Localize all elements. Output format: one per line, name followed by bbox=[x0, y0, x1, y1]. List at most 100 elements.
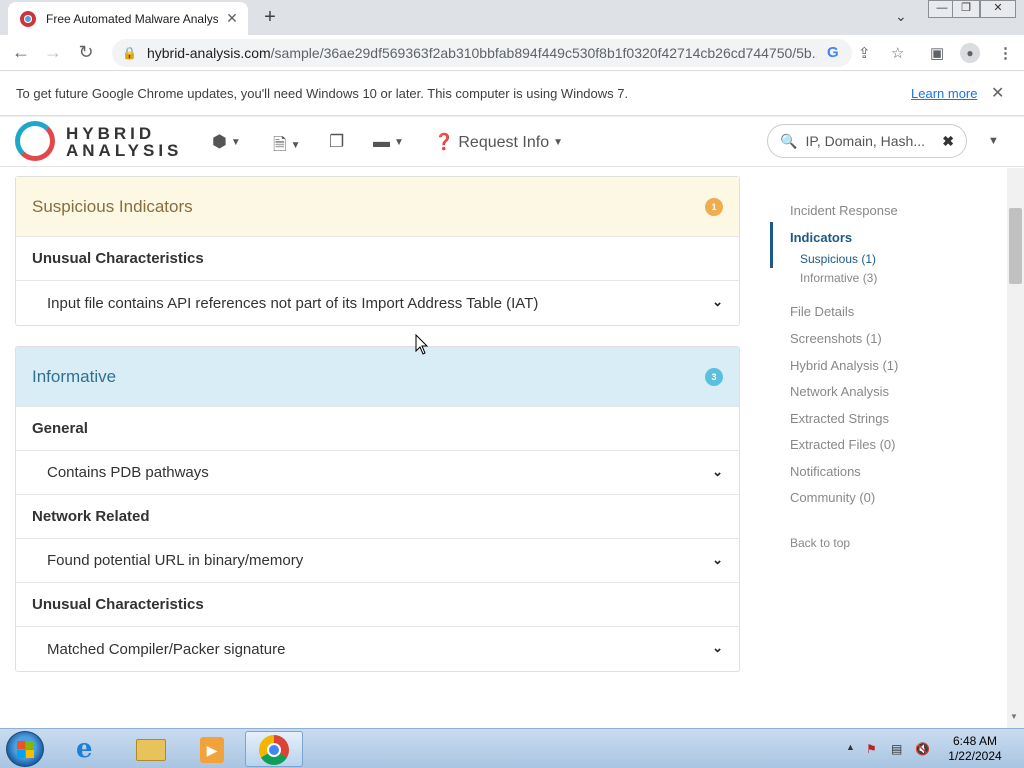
chevron-down-icon[interactable]: ⌄ bbox=[712, 294, 723, 310]
nav-network-analysis[interactable]: Network Analysis bbox=[790, 384, 889, 399]
nav-informative[interactable]: Informative (3) bbox=[800, 271, 877, 285]
chevron-down-icon: ▼ bbox=[230, 137, 241, 148]
taskbar-explorer[interactable] bbox=[122, 731, 180, 767]
logo-line-2: ANALYSIS bbox=[66, 141, 183, 160]
nav-indicators[interactable]: Indicators bbox=[790, 230, 852, 245]
google-translate-icon[interactable]: G bbox=[827, 44, 839, 61]
volume-muted-icon[interactable]: 🔇 bbox=[915, 742, 930, 756]
indicator-row[interactable]: Contains PDB pathways ⌄ bbox=[16, 451, 739, 495]
info-bar-close-icon[interactable]: ✕ bbox=[991, 83, 1004, 103]
profile-avatar-icon[interactable]: ● bbox=[960, 43, 980, 63]
indicator-text: Matched Compiler/Packer signature bbox=[47, 640, 286, 658]
nav-extracted-strings[interactable]: Extracted Strings bbox=[790, 411, 889, 426]
clear-search-icon[interactable]: ✖ bbox=[942, 133, 954, 150]
url-text[interactable]: hybrid-analysis.com/sample/36ae29df56936… bbox=[147, 45, 817, 61]
chevron-down-icon[interactable]: ⌄ bbox=[712, 464, 723, 480]
indicator-row[interactable]: Found potential URL in binary/memory ⌄ bbox=[16, 539, 739, 583]
nav-screenshots[interactable]: Screenshots (1) bbox=[790, 331, 882, 346]
taskbar-ie[interactable]: e bbox=[62, 731, 120, 767]
site-search-box[interactable]: 🔍 IP, Domain, Hash... ✖ bbox=[767, 124, 967, 158]
side-panel-icon[interactable]: ▣ bbox=[930, 44, 944, 62]
sandbox-menu[interactable]: ⬢ ▼ bbox=[212, 132, 241, 152]
browser-toolbar: ← → ↻ 🔒 hybrid-analysis.com/sample/36ae2… bbox=[0, 35, 1024, 71]
indicator-row[interactable]: Input file contains API references not p… bbox=[16, 281, 739, 325]
reload-icon[interactable]: ↻ bbox=[75, 42, 97, 62]
nav-file-details[interactable]: File Details bbox=[790, 304, 854, 319]
action-center-flag-icon[interactable]: ⚑ bbox=[866, 742, 877, 756]
start-button[interactable] bbox=[6, 731, 44, 767]
suspicious-panel-header[interactable]: Suspicious Indicators 1 bbox=[16, 177, 739, 237]
nav-incident-response[interactable]: Incident Response bbox=[790, 203, 898, 218]
indicator-category: Network Related bbox=[16, 495, 739, 539]
indicator-category: Unusual Characteristics bbox=[16, 237, 739, 281]
active-section-bar bbox=[770, 222, 773, 268]
cube-icon: ⬢ bbox=[212, 132, 227, 151]
request-info-menu[interactable]: ❓ Request Info ▼ bbox=[434, 132, 563, 152]
folder-icon: ▬ bbox=[373, 132, 390, 151]
scrollbar-thumb[interactable] bbox=[1009, 208, 1022, 284]
nav-hybrid-analysis[interactable]: Hybrid Analysis (1) bbox=[790, 358, 898, 373]
copy-files-icon: ❐ bbox=[329, 132, 345, 151]
request-info-label: Request Info bbox=[458, 134, 550, 151]
info-bar-message: To get future Google Chrome updates, you… bbox=[16, 86, 629, 101]
scroll-down-arrow-icon[interactable]: ▼ bbox=[1010, 712, 1018, 721]
submit-file-menu[interactable]: 🗎 ▼ bbox=[273, 132, 301, 161]
bookmark-star-icon[interactable]: ☆ bbox=[891, 44, 904, 62]
clock[interactable]: 6:48 AM 1/22/2024 bbox=[940, 734, 1010, 764]
nav-back-to-top[interactable]: Back to top bbox=[790, 536, 850, 550]
windows-taskbar: e ▶ ▲ ⚑ ▤ 🔇 6:48 AM 1/22/2024 bbox=[0, 728, 1024, 768]
taskbar-chrome[interactable] bbox=[245, 731, 303, 767]
nav-community[interactable]: Community (0) bbox=[790, 490, 875, 505]
address-bar[interactable]: 🔒 hybrid-analysis.com/sample/36ae29df569… bbox=[112, 39, 852, 67]
informative-panel-title: Informative bbox=[32, 366, 117, 386]
lock-icon[interactable]: 🔒 bbox=[122, 46, 137, 60]
question-circle-icon: ❓ bbox=[434, 134, 454, 151]
informative-panel-header[interactable]: Informative 3 bbox=[16, 347, 739, 407]
header-dropdown-icon[interactable]: ▼ bbox=[988, 135, 999, 147]
learn-more-link[interactable]: Learn more bbox=[911, 86, 977, 101]
folder-menu[interactable]: ▬ ▼ bbox=[373, 132, 404, 152]
media-player-icon: ▶ bbox=[200, 737, 224, 763]
chrome-icon bbox=[259, 735, 289, 765]
suspicious-count-badge: 1 bbox=[705, 198, 723, 216]
taskbar-media-player[interactable]: ▶ bbox=[182, 731, 240, 767]
chevron-down-icon[interactable]: ⌄ bbox=[712, 640, 723, 656]
chevron-down-icon: ▼ bbox=[290, 140, 301, 151]
nav-notifications[interactable]: Notifications bbox=[790, 464, 861, 479]
informative-panel: Informative 3 General Contains PDB pathw… bbox=[15, 346, 740, 672]
chevron-down-icon[interactable]: ⌄ bbox=[712, 552, 723, 568]
chevron-down-icon: ▼ bbox=[553, 137, 564, 148]
site-favicon-icon bbox=[20, 10, 36, 27]
browser-tab[interactable]: Free Automated Malware Analysis ✕ bbox=[8, 2, 248, 35]
show-hidden-icons-icon[interactable]: ▲ bbox=[846, 742, 855, 752]
folder-icon bbox=[136, 739, 166, 761]
informative-count-badge: 3 bbox=[705, 368, 723, 386]
hybrid-analysis-logo-icon[interactable] bbox=[15, 121, 55, 161]
tab-search-icon[interactable]: ⌄ bbox=[895, 8, 907, 25]
logo-line-1: HYBRID bbox=[66, 124, 156, 143]
site-search-input[interactable]: IP, Domain, Hash... bbox=[805, 133, 942, 149]
windows-logo-icon bbox=[17, 741, 35, 759]
forward-arrow-icon[interactable]: → bbox=[42, 42, 64, 62]
suspicious-panel-title: Suspicious Indicators bbox=[32, 196, 193, 216]
indicator-row[interactable]: Matched Compiler/Packer signature ⌄ bbox=[16, 627, 739, 671]
clock-time: 6:48 AM bbox=[952, 734, 998, 748]
reports-button[interactable]: ❐ bbox=[329, 132, 344, 152]
nav-suspicious[interactable]: Suspicious (1) bbox=[800, 252, 876, 266]
indicator-text: Found potential URL in binary/memory bbox=[47, 552, 304, 569]
tab-close-icon[interactable]: ✕ bbox=[224, 10, 240, 27]
restore-button[interactable]: ❐ bbox=[952, 0, 980, 18]
update-info-bar: To get future Google Chrome updates, you… bbox=[0, 72, 1024, 116]
site-logo-text[interactable]: HYBRID ANALYSIS bbox=[66, 125, 182, 159]
tab-title: Free Automated Malware Analysis bbox=[46, 11, 218, 26]
nav-extracted-files[interactable]: Extracted Files (0) bbox=[790, 437, 895, 452]
indicator-category: Unusual Characteristics bbox=[16, 583, 739, 627]
back-arrow-icon[interactable]: ← bbox=[10, 42, 32, 62]
new-tab-button[interactable]: + bbox=[258, 6, 282, 28]
network-icon[interactable]: ▤ bbox=[891, 742, 902, 756]
more-menu-icon[interactable]: ⋮ bbox=[998, 44, 1013, 62]
close-window-button[interactable]: ✕ bbox=[980, 0, 1016, 18]
chevron-down-icon: ▼ bbox=[394, 137, 404, 148]
share-icon[interactable]: ⇪ bbox=[858, 44, 871, 62]
file-upload-icon: 🗎 bbox=[273, 135, 287, 154]
